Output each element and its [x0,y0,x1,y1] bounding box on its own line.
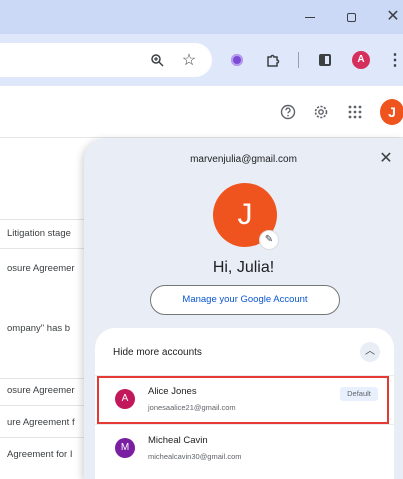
default-badge: Default [340,387,378,401]
account-avatar: A [115,389,135,409]
zoom-icon[interactable] [146,34,168,86]
help-icon[interactable] [276,100,300,124]
account-name: Micheal Cavin [148,435,208,446]
list-divider [0,219,86,220]
restore-button[interactable] [341,8,361,26]
bookmark-star-icon[interactable]: ☆ [178,34,200,86]
side-panel-icon[interactable] [314,34,336,86]
list-item[interactable]: osure Agreemer [0,259,86,279]
browser-toolbar: ☆ A ⋮ [0,34,403,86]
account-avatar: M [115,438,135,458]
account-avatar-button[interactable]: J [380,99,403,125]
window-close-button[interactable]: ✕ [383,8,403,26]
minimize-icon [305,17,315,18]
account-name: Alice Jones [148,386,197,397]
list-item[interactable]: Litigation stage [0,224,86,244]
list-item[interactable]: Agreement for I [0,445,86,465]
edit-pencil-icon[interactable]: ✎ [259,230,279,250]
current-account-email: marvenjulia@gmail.com [190,154,297,165]
minimize-button[interactable] [300,8,320,26]
browser-titlebar: ✕ [0,0,403,34]
extensions-puzzle-icon[interactable] [262,34,284,86]
hide-more-accounts-label[interactable]: Hide more accounts [113,347,202,358]
restore-icon [346,13,356,22]
list-divider [0,405,86,406]
list-divider [0,437,86,438]
account-row-alice[interactable]: A Alice Jones jonesaalice21@gmail.com De… [95,376,394,422]
list-item[interactable]: osure Agreemer [0,381,86,401]
app-header: J [0,86,403,138]
apps-grid-icon[interactable] [343,100,367,124]
close-icon[interactable]: ✕ [375,148,397,170]
account-row-micheal[interactable]: M Micheal Cavin michealcavin30@gmail.com [95,424,394,470]
list-divider [0,378,86,379]
account-email: jonesaalice21@gmail.com [148,403,236,412]
account-panel: marvenjulia@gmail.com ✕ J ✎ Hi, Julia! M… [84,138,403,479]
list-item[interactable]: ompany" has b [0,319,86,339]
manage-account-button[interactable]: Manage your Google Account [150,285,340,315]
list-divider [0,248,86,249]
browser-menu-icon[interactable]: ⋮ [387,34,403,86]
list-item[interactable]: ure Agreement f [0,413,86,433]
greeting-text: Hi, Julia! [212,259,275,276]
settings-gear-icon[interactable] [309,100,333,124]
other-accounts-card: Hide more accounts ︿ A Alice Jones jones… [95,328,394,479]
browser-profile-button[interactable]: A [350,34,372,86]
account-email: michealcavin30@gmail.com [148,452,242,461]
extension-icon[interactable] [226,34,248,86]
chevron-up-icon[interactable]: ︿ [360,342,380,362]
toolbar-separator [298,52,299,68]
